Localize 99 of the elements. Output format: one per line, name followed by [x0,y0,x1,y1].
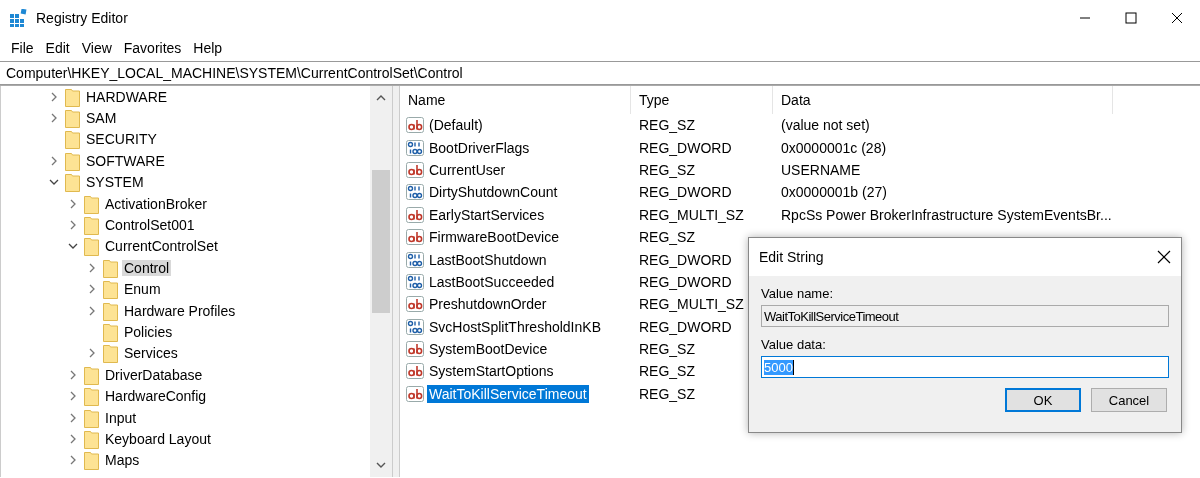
string-value-icon [406,296,424,313]
folder-icon [84,236,99,257]
column-header[interactable]: Type [631,86,773,114]
value-type: REG_DWORD [639,184,732,201]
value-name[interactable]: CurrentUser [427,160,508,179]
value-name[interactable]: WaitToKillServiceTimeout [427,384,589,403]
window-title: Registry Editor [36,10,128,26]
tree-item[interactable]: Input [103,409,139,426]
folder-icon [65,86,80,107]
value-type: REG_DWORD [639,318,732,335]
tree-item[interactable]: HardwareConfig [103,388,209,405]
cancel-button[interactable]: Cancel [1091,388,1167,412]
binary-value-icon [406,273,424,290]
folder-icon [84,428,99,449]
tree-item[interactable]: ControlSet001 [103,217,197,234]
folder-icon [103,257,118,278]
folder-icon [103,279,118,300]
tree-item[interactable]: Hardware Profiles [122,302,238,319]
value-name[interactable]: SystemBootDevice [427,340,550,359]
address-bar[interactable]: Computer\HKEY_LOCAL_MACHINE\SYSTEM\CurrentControlSet\Control [0,61,1200,85]
value-data: 0x0000001c (28) [780,139,887,156]
tree-item[interactable]: SOFTWARE [84,152,167,169]
value-data: RpcSs Power BrokerInfrastructure SystemEventsBr... [780,206,1112,223]
tree-item[interactable]: DriverDatabase [103,366,205,383]
value-name[interactable]: SystemStartOptions [427,362,556,381]
binary-value-icon [406,318,424,335]
value-type: REG_DWORD [639,139,732,156]
tree-item[interactable]: Policies [122,324,175,340]
folder-icon [65,129,80,150]
folder-icon [84,407,99,428]
value-type: REG_MULTI_SZ [639,206,744,223]
tree-item[interactable]: SYSTEM [84,174,146,191]
binary-value-icon [406,251,424,268]
string-value-icon [406,385,424,402]
value-name[interactable]: DirtyShutdownCount [427,183,560,202]
value-data: USERNAME [780,161,861,178]
string-value-icon [406,229,424,246]
value-data: (value not set) [780,117,870,134]
tree-item[interactable]: HARDWARE [84,88,170,105]
folder-icon [103,322,118,342]
column-header[interactable]: Name [400,86,631,114]
folder-icon [65,172,80,193]
folder-icon [84,364,99,385]
tree-item[interactable]: ActivationBroker [103,195,209,212]
value-name-field[interactable]: WaitToKillServiceTimeout [761,305,1169,327]
value-type: REG_SZ [639,161,695,178]
menu-item[interactable]: View [75,40,118,56]
folder-icon [84,386,99,407]
ok-button[interactable]: OK [1005,388,1081,412]
folder-icon [84,193,99,214]
value-type: REG_SZ [639,229,695,246]
string-value-icon [406,341,424,358]
tree-item[interactable]: Enum [122,281,163,298]
tree-item[interactable]: Keyboard Layout [103,430,213,447]
scrollbar[interactable] [370,86,392,477]
folder-icon [84,215,99,236]
value-name[interactable]: FirmwareBootDevice [427,228,561,247]
menu-item[interactable]: Help [187,40,229,56]
tree-item[interactable]: Maps [103,452,142,469]
field-label: Value name: [761,286,835,301]
tree-item[interactable]: Control [122,259,172,276]
tree-item[interactable]: SAM [84,110,119,127]
tree-item[interactable]: CurrentControlSet [103,238,220,255]
binary-value-icon [406,139,424,156]
value-name[interactable]: PreshutdownOrder [427,295,549,314]
value-type: REG_SZ [639,385,695,402]
binary-value-icon [406,184,424,201]
value-name[interactable]: SvcHostSplitThresholdInKB [427,317,603,336]
menu-item[interactable]: File [5,40,40,56]
value-type: REG_SZ [639,363,695,380]
column-header[interactable]: Data [773,86,1113,114]
value-type: REG_DWORD [639,273,732,290]
tree-item[interactable]: Services [122,345,180,362]
value-type: REG_SZ [639,117,695,134]
folder-icon [103,300,118,321]
value-name[interactable]: LastBootSucceeded [427,272,557,291]
string-value-icon [406,117,424,134]
dialog-title: Edit String [759,249,824,265]
menu-item[interactable]: Edit [39,40,76,56]
field-label: Value data: [761,337,827,352]
value-type: REG_DWORD [639,251,732,268]
string-value-icon [406,363,424,380]
value-name[interactable]: LastBootShutdown [427,250,549,269]
value-data: 0x0000001b (27) [780,184,887,201]
value-name[interactable]: (Default) [427,116,485,135]
registry-icon [10,9,28,27]
string-value-icon [406,206,424,223]
folder-icon [65,150,80,171]
close-icon[interactable] [1157,250,1171,264]
folder-icon [65,108,80,129]
value-name[interactable]: EarlyStartServices [427,205,547,224]
folder-icon [103,343,118,364]
value-name[interactable]: BootDriverFlags [427,138,532,157]
value-type: REG_SZ [639,341,695,358]
value-type: REG_MULTI_SZ [639,296,744,313]
tree-item[interactable]: SECURITY [84,131,159,148]
string-value-icon [406,161,424,178]
menu-item[interactable]: Favorites [117,40,188,56]
folder-icon [84,450,99,471]
